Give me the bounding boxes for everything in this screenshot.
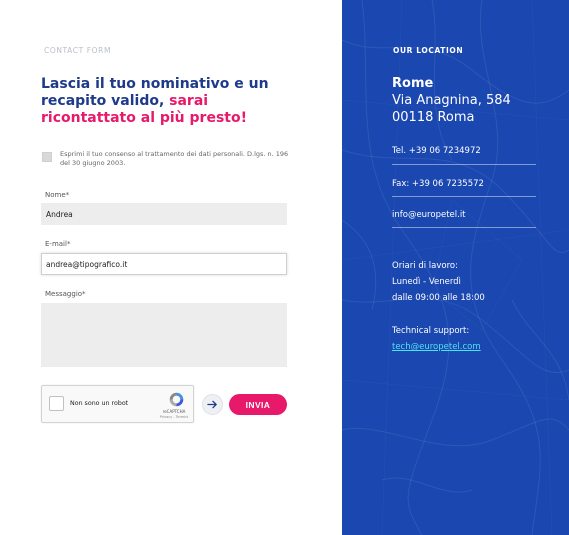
fax-text: Fax: +39 06 7235572 — [392, 179, 484, 189]
headline-main: Lascia il tuo nominativo e un recapito v… — [41, 76, 269, 109]
phone-text: Tel. +39 06 7234972 — [392, 146, 481, 156]
email-label: E-mail* — [45, 240, 71, 248]
contact-form-panel: CONTACT FORM Lascia il tuo nominativo e … — [0, 0, 342, 535]
message-field[interactable] — [41, 303, 287, 367]
support-title: Technical support: — [392, 326, 470, 336]
arrow-right-icon — [202, 394, 223, 415]
divider — [392, 164, 536, 165]
address-line-2: 00118 Roma — [392, 110, 475, 125]
name-field[interactable]: Andrea — [41, 203, 287, 225]
hours-days: Lunedì - Venerdì — [392, 277, 461, 287]
recaptcha-icon — [169, 392, 184, 407]
recaptcha-terms[interactable]: Privacy - Termini — [154, 415, 194, 419]
email-link[interactable]: info@europetel.it — [392, 210, 466, 220]
divider — [392, 196, 536, 197]
hours-title: Oriari di lavoro: — [392, 261, 458, 271]
message-label: Messaggio* — [45, 290, 86, 298]
recaptcha-checkbox[interactable] — [49, 396, 64, 411]
consent-text: Esprimi il tuo consenso al trattamento d… — [60, 150, 289, 167]
email-field[interactable]: andrea@tipografico.it — [41, 253, 287, 275]
our-location-label: OUR LOCATION — [393, 46, 464, 55]
recaptcha-widget: Non sono un robot reCAPTCHA Privacy - Te… — [41, 385, 194, 423]
support-email-link[interactable]: tech@europetel.com — [392, 342, 481, 352]
hours-time: dalle 09:00 alle 18:00 — [392, 293, 485, 303]
send-button[interactable]: INVIA — [229, 394, 287, 415]
recaptcha-brand: reCAPTCHA — [162, 409, 186, 414]
form-headline: Lascia il tuo nominativo e un recapito v… — [41, 76, 301, 127]
consent-checkbox[interactable] — [42, 152, 52, 162]
address-line-1: Via Anagnina, 584 — [392, 93, 511, 108]
divider — [392, 227, 536, 228]
contact-form-label: CONTACT FORM — [44, 46, 112, 55]
location-city: Rome — [392, 76, 434, 91]
name-label: Nome* — [45, 191, 70, 199]
recaptcha-label: Non sono un robot — [70, 400, 129, 407]
